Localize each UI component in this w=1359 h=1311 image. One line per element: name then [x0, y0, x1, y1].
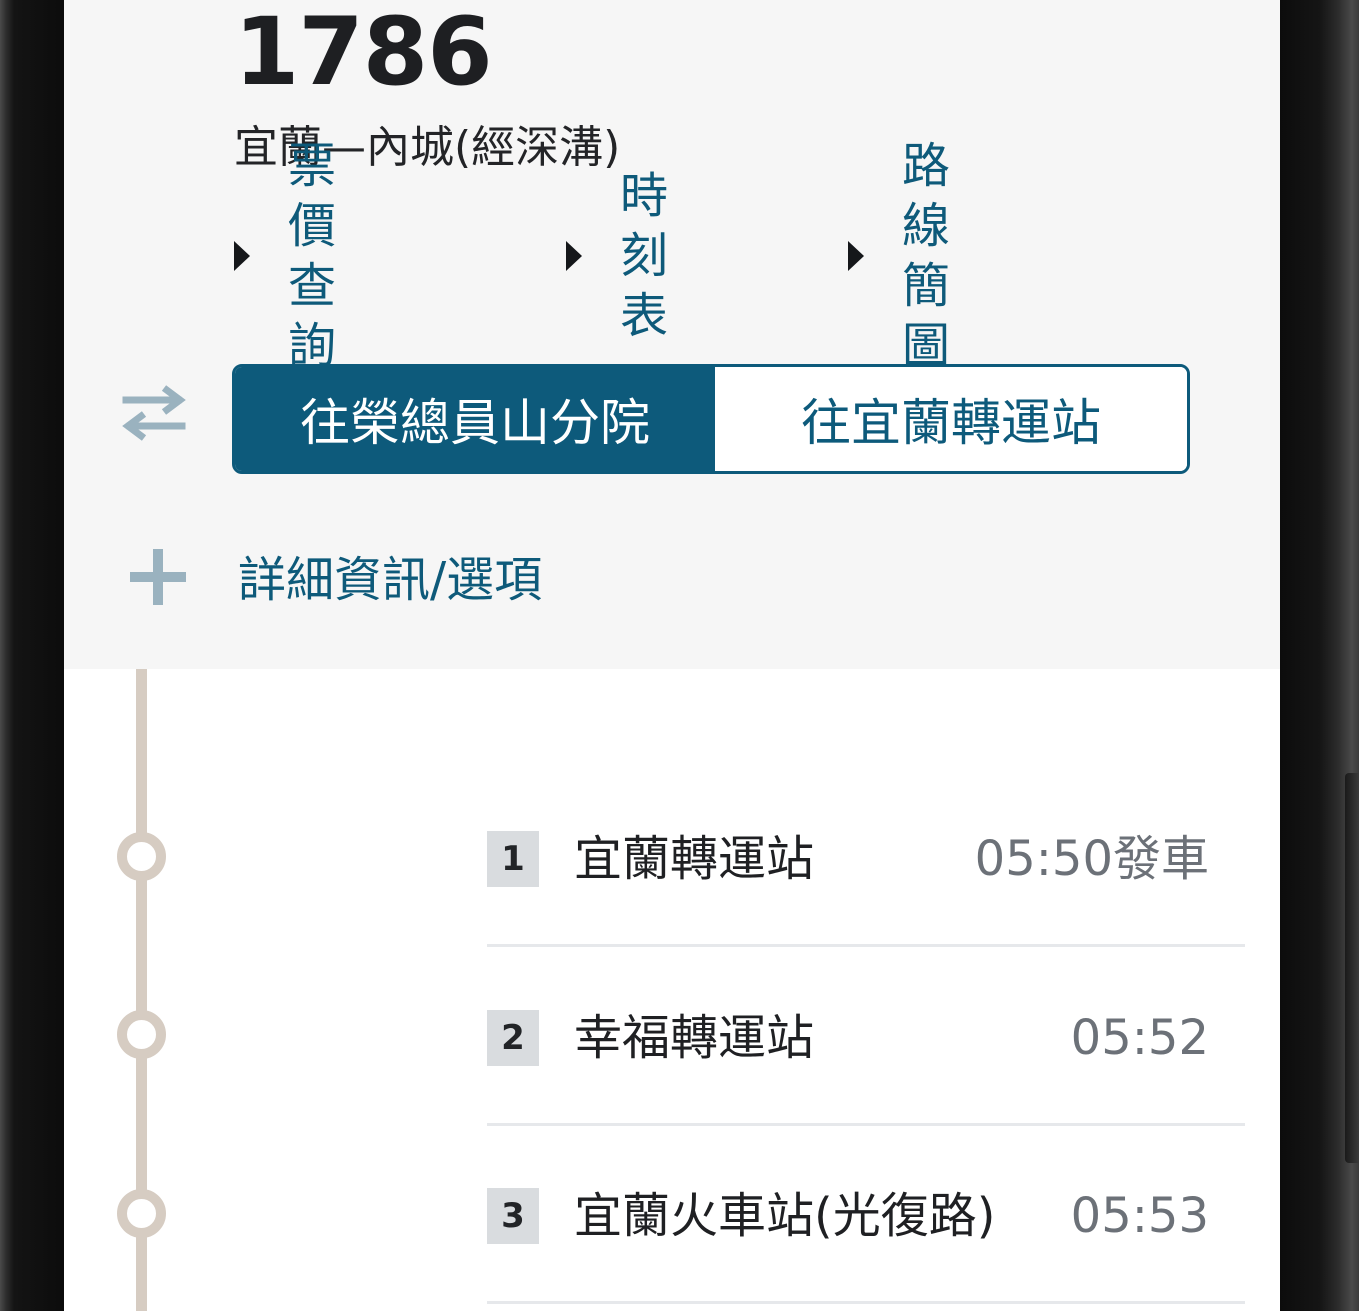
stop-name: 宜蘭火車站(光復路) — [574, 1188, 996, 1244]
triangle-right-icon — [566, 241, 582, 271]
route-number: 1786 — [234, 0, 493, 107]
route-header: 1786 宜蘭—內城(經深溝) 票價查詢 時刻表 路線簡圖 往榮總員山分院 往宜… — [64, 0, 1280, 669]
device-side-button — [1345, 773, 1359, 1163]
stop-row[interactable]: 3 宜蘭火車站(光復路) 05:53 — [487, 1157, 1245, 1277]
stop-sequence-badge: 1 — [487, 831, 539, 887]
direction-toggle: 往榮總員山分院 往宜蘭轉運站 — [232, 364, 1190, 474]
divider — [487, 1301, 1245, 1304]
fare-query-link[interactable]: 票價查詢 — [234, 138, 336, 374]
route-map-link[interactable]: 路線簡圖 — [848, 138, 950, 374]
stop-node — [117, 1189, 166, 1238]
direction-option-to-veterans-hospital[interactable]: 往榮總員山分院 — [235, 367, 715, 471]
stop-sequence-badge: 2 — [487, 1010, 539, 1066]
phone-screen: 1786 宜蘭—內城(經深溝) 票價查詢 時刻表 路線簡圖 往榮總員山分院 往宜… — [64, 0, 1280, 1311]
stop-node — [117, 832, 166, 881]
route-map-label: 路線簡圖 — [902, 138, 951, 374]
triangle-right-icon — [848, 241, 864, 271]
swap-arrows-icon[interactable] — [120, 380, 188, 446]
stop-time: 05:52 — [1070, 1010, 1209, 1066]
stop-row[interactable]: 1 宜蘭轉運站 05:50發車 — [487, 800, 1245, 920]
details-options-link[interactable]: 詳細資訊/選項 — [238, 548, 542, 612]
timetable-link[interactable]: 時刻表 — [566, 168, 668, 344]
fare-query-label: 票價查詢 — [288, 138, 337, 374]
stop-node — [117, 1010, 166, 1059]
timetable-label: 時刻表 — [620, 168, 669, 344]
stop-sequence-badge: 3 — [487, 1188, 539, 1244]
device-bezel-left — [0, 0, 64, 1311]
triangle-right-icon — [234, 241, 250, 271]
plus-icon[interactable] — [130, 549, 186, 605]
stop-time: 05:50發車 — [974, 831, 1209, 887]
direction-option-to-yilan-transfer[interactable]: 往宜蘭轉運站 — [715, 367, 1187, 471]
stop-time: 05:53 — [1070, 1188, 1209, 1244]
divider — [487, 1123, 1245, 1126]
stop-row[interactable]: 2 幸福轉運站 05:52 — [487, 979, 1245, 1099]
divider — [487, 944, 1245, 947]
stop-name: 宜蘭轉運站 — [574, 831, 815, 887]
stop-name: 幸福轉運站 — [574, 1010, 815, 1066]
